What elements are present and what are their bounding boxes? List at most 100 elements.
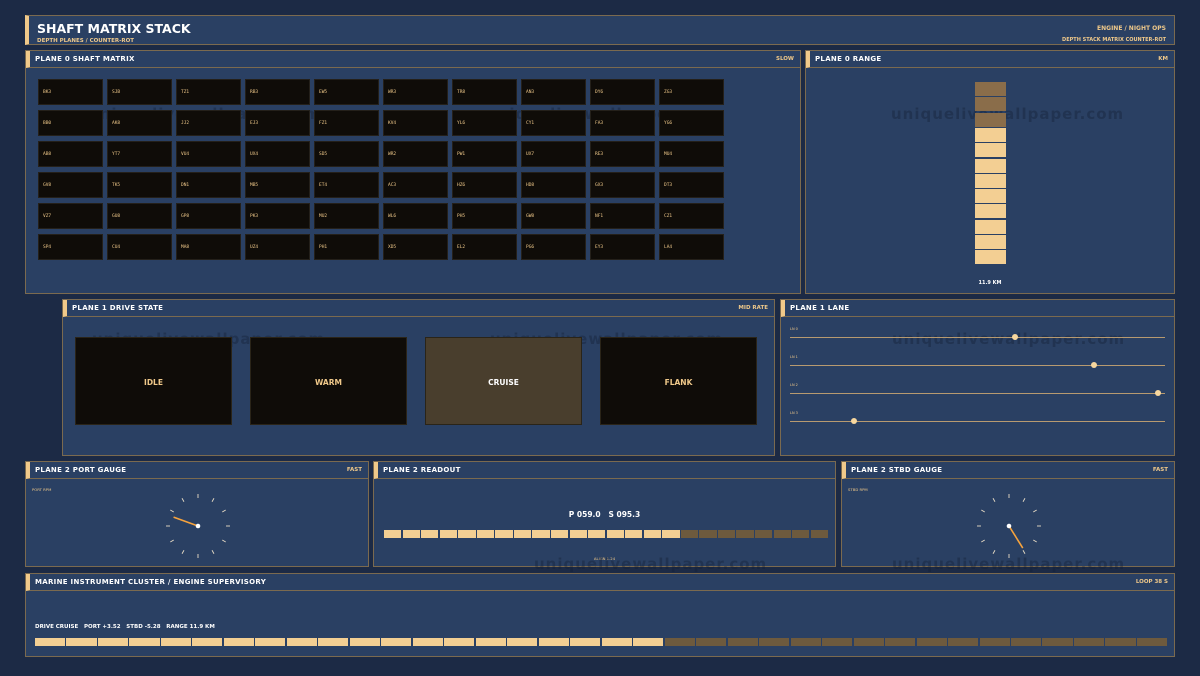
matrix-cell[interactable]: WL6 xyxy=(383,203,448,229)
lane-slider[interactable]: LN 2 xyxy=(790,383,1165,399)
matrix-cell[interactable]: AN3 xyxy=(521,79,586,105)
bar-segment xyxy=(129,638,160,646)
matrix-cell[interactable]: YT7 xyxy=(107,141,172,167)
matrix-cell[interactable]: SP4 xyxy=(38,234,103,260)
matrix-cell[interactable]: VZ7 xyxy=(38,203,103,229)
matrix-cell-code: PW1 xyxy=(457,152,466,157)
matrix-cell[interactable]: BK3 xyxy=(38,79,103,105)
matrix-cell[interactable]: CZ1 xyxy=(659,203,724,229)
matrix-cell[interactable]: CU4 xyxy=(107,234,172,260)
matrix-cell-code: MU4 xyxy=(664,152,673,157)
bar-segment xyxy=(538,638,569,646)
matrix-cell[interactable]: MB5 xyxy=(245,172,310,198)
matrix-cell[interactable]: YG6 xyxy=(659,110,724,136)
matrix-cell-code: LA4 xyxy=(664,245,673,250)
state-cruise[interactable]: CRUISE xyxy=(425,337,582,425)
matrix-cell[interactable]: AB8 xyxy=(38,141,103,167)
state-label: CRUISE xyxy=(488,378,519,387)
range-segment xyxy=(975,189,1006,204)
bar-segment xyxy=(318,638,349,646)
matrix-cell[interactable]: TK5 xyxy=(107,172,172,198)
bar-segment xyxy=(662,530,680,538)
state-flank[interactable]: FLANK xyxy=(600,337,757,425)
watermark: uniquelivewallpaper.com xyxy=(891,105,1125,123)
matrix-cell[interactable]: DN1 xyxy=(176,172,241,198)
matrix-cell[interactable]: MU4 xyxy=(659,141,724,167)
matrix-cell[interactable]: WR2 xyxy=(383,141,448,167)
matrix-cell[interactable]: CY1 xyxy=(521,110,586,136)
matrix-cell[interactable]: UZ4 xyxy=(245,234,310,260)
matrix-cell[interactable]: AK8 xyxy=(107,110,172,136)
panel-tag: SLOW xyxy=(775,56,794,62)
panel-title: PLANE 0 SHAFT MATRIX xyxy=(35,55,135,63)
matrix-cell[interactable]: AC3 xyxy=(383,172,448,198)
matrix-cell[interactable]: YL6 xyxy=(452,110,517,136)
lane-slider[interactable]: LN 1 xyxy=(790,355,1165,371)
matrix-cell-code: BK3 xyxy=(43,90,52,95)
matrix-cell-code: YG6 xyxy=(664,121,673,126)
lane-handle[interactable] xyxy=(1090,362,1097,368)
matrix-cell[interactable]: FZ1 xyxy=(314,110,379,136)
matrix-cell[interactable]: PK3 xyxy=(245,203,310,229)
matrix-cell[interactable]: EY3 xyxy=(590,234,655,260)
state-idle[interactable]: IDLE xyxy=(75,337,232,425)
matrix-cell[interactable]: NF1 xyxy=(590,203,655,229)
lane-handle[interactable] xyxy=(850,418,857,424)
matrix-cell[interactable]: BB0 xyxy=(38,110,103,136)
panel-title: PLANE 1 LANE xyxy=(790,304,850,312)
matrix-cell[interactable]: GP8 xyxy=(176,203,241,229)
matrix-cell[interactable]: DT3 xyxy=(659,172,724,198)
matrix-cell[interactable]: LA4 xyxy=(659,234,724,260)
bar-segment xyxy=(853,638,884,646)
matrix-cell[interactable]: DY6 xyxy=(590,79,655,105)
matrix-cell[interactable]: GW8 xyxy=(521,203,586,229)
gauge-tick xyxy=(992,498,996,502)
matrix-cell-code: UX4 xyxy=(250,152,259,157)
matrix-cell[interactable]: XD5 xyxy=(383,234,448,260)
matrix-cell[interactable]: VU4 xyxy=(176,141,241,167)
matrix-cell-code: AC3 xyxy=(388,183,397,188)
matrix-cell[interactable]: MA8 xyxy=(176,234,241,260)
matrix-cell[interactable]: TR8 xyxy=(452,79,517,105)
matrix-cell[interactable]: EL2 xyxy=(452,234,517,260)
matrix-cell[interactable]: UX7 xyxy=(521,141,586,167)
matrix-cell[interactable]: UX4 xyxy=(245,141,310,167)
matrix-cell-code: RB3 xyxy=(250,90,259,95)
shaft-matrix-panel: PLANE 0 SHAFT MATRIX SLOW uniquelivewall… xyxy=(25,50,801,294)
matrix-cell-code: DT3 xyxy=(664,183,673,188)
matrix-cell-code: SD5 xyxy=(319,152,328,157)
matrix-cell[interactable]: PW1 xyxy=(452,141,517,167)
matrix-cell[interactable]: SD5 xyxy=(314,141,379,167)
lane-slider[interactable]: LN 3 xyxy=(790,411,1165,427)
lane-slider[interactable]: LN 0 xyxy=(790,327,1165,343)
matrix-cell[interactable]: KV4 xyxy=(383,110,448,136)
matrix-cell[interactable]: GU8 xyxy=(107,203,172,229)
bar-segment xyxy=(550,530,569,538)
matrix-cell[interactable]: ZG3 xyxy=(659,79,724,105)
lane-handle[interactable] xyxy=(1012,334,1018,340)
matrix-cell[interactable]: FA3 xyxy=(590,110,655,136)
matrix-cell[interactable]: PH1 xyxy=(314,234,379,260)
matrix-cell[interactable]: HD8 xyxy=(521,172,586,198)
matrix-cell[interactable]: RB3 xyxy=(245,79,310,105)
matrix-cell[interactable]: TZ1 xyxy=(176,79,241,105)
matrix-cell[interactable]: WR3 xyxy=(383,79,448,105)
matrix-cell[interactable]: GX3 xyxy=(590,172,655,198)
matrix-cell[interactable]: ET4 xyxy=(314,172,379,198)
bar-segment xyxy=(532,530,550,538)
lane-handle[interactable] xyxy=(1154,390,1161,396)
matrix-cell[interactable]: PH5 xyxy=(452,203,517,229)
matrix-cell[interactable]: JJ2 xyxy=(176,110,241,136)
state-warm[interactable]: WARM xyxy=(250,337,407,425)
matrix-cell[interactable]: HZ6 xyxy=(452,172,517,198)
matrix-cell[interactable]: EW5 xyxy=(314,79,379,105)
matrix-cell[interactable]: MU2 xyxy=(314,203,379,229)
panel-header: PLANE 2 STBD GAUGE FAST xyxy=(842,462,1174,479)
matrix-cell[interactable]: GV8 xyxy=(38,172,103,198)
matrix-cell[interactable]: SJB xyxy=(107,79,172,105)
bar-segment xyxy=(35,638,66,646)
matrix-cell-code: PG6 xyxy=(526,245,535,250)
matrix-cell[interactable]: RE3 xyxy=(590,141,655,167)
matrix-cell[interactable]: PG6 xyxy=(521,234,586,260)
matrix-cell[interactable]: EJ3 xyxy=(245,110,310,136)
